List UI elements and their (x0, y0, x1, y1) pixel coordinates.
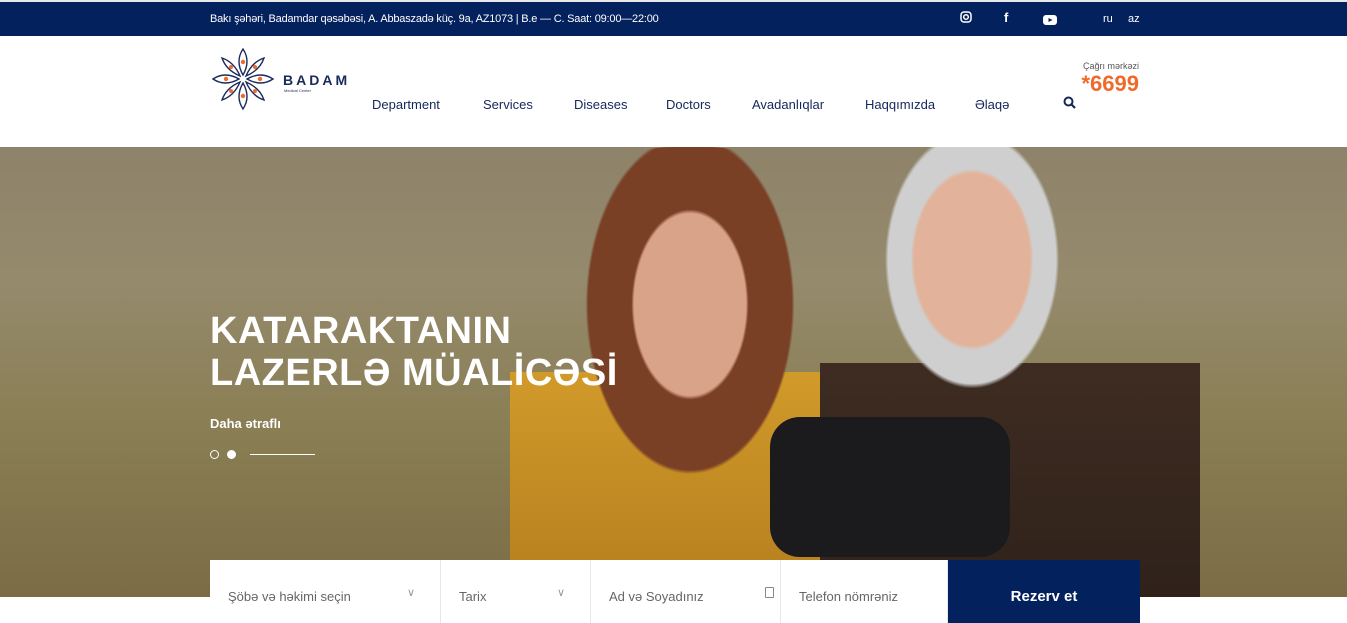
hero-title: KATARAKTANIN LAZERLƏ MÜALİCƏSİ (210, 310, 618, 394)
logo-icon[interactable] (210, 46, 276, 112)
chevron-down-icon: ∨ (407, 587, 416, 599)
read-more-link[interactable]: Daha ətraflı (210, 416, 281, 431)
hero-title-line1: KATARAKTANIN (210, 310, 512, 352)
instagram-icon[interactable] (960, 11, 972, 26)
youtube-icon[interactable] (1043, 13, 1057, 28)
chevron-down-icon: ∨ (557, 587, 566, 599)
department-placeholder: Şöbə və həkimi seçin (228, 589, 351, 604)
phone-input[interactable]: Telefon nömrəniz (781, 560, 948, 623)
hero-title-line2: LAZERLƏ MÜALİCƏSİ (210, 352, 618, 394)
hero-photo-binoculars (770, 417, 1010, 557)
department-select[interactable]: Şöbə və həkimi seçin ∨ (210, 560, 441, 623)
phone-placeholder: Telefon nömrəniz (799, 589, 898, 604)
slide-dot-1[interactable] (210, 450, 219, 459)
contact-card-icon (765, 587, 774, 598)
nav-department[interactable]: Department (372, 97, 440, 112)
hero-banner (0, 147, 1347, 597)
nav-services[interactable]: Services (483, 97, 533, 112)
reserve-button[interactable]: Rezerv et (948, 560, 1140, 623)
header (0, 36, 1347, 147)
nav-about[interactable]: Haqqımızda (865, 97, 935, 112)
name-placeholder: Ad və Soyadınız (609, 589, 704, 604)
lang-az[interactable]: az (1128, 13, 1140, 25)
address-text: Bakı şəhəri, Badamdar qəsəbəsi, A. Abbas… (210, 13, 659, 25)
brand-name: BADAM (283, 72, 351, 88)
nav-equipment[interactable]: Avadanlıqlar (752, 97, 824, 112)
nav-diseases[interactable]: Diseases (574, 97, 627, 112)
date-select[interactable]: Tarix ∨ (441, 560, 591, 623)
slide-dot-2-active[interactable] (227, 450, 236, 459)
call-center-number[interactable]: *6699 (1081, 71, 1139, 97)
name-input[interactable]: Ad və Soyadınız (591, 560, 781, 623)
nav-contact[interactable]: Əlaqə (975, 97, 1009, 112)
lang-ru[interactable]: ru (1103, 13, 1113, 25)
top-bar: Bakı şəhəri, Badamdar qəsəbəsi, A. Abbas… (0, 0, 1347, 36)
nav-doctors[interactable]: Doctors (666, 97, 711, 112)
call-center-label: Çağrı mərkəzi (1082, 61, 1139, 71)
brand-subtitle: Medical Center (284, 88, 311, 93)
slide-progress-line (250, 454, 315, 455)
date-placeholder: Tarix (459, 589, 487, 604)
search-icon[interactable] (1063, 96, 1076, 109)
facebook-icon[interactable]: f (1004, 10, 1008, 25)
booking-form: Şöbə və həkimi seçin ∨ Tarix ∨ Ad və Soyad… (210, 560, 1140, 623)
